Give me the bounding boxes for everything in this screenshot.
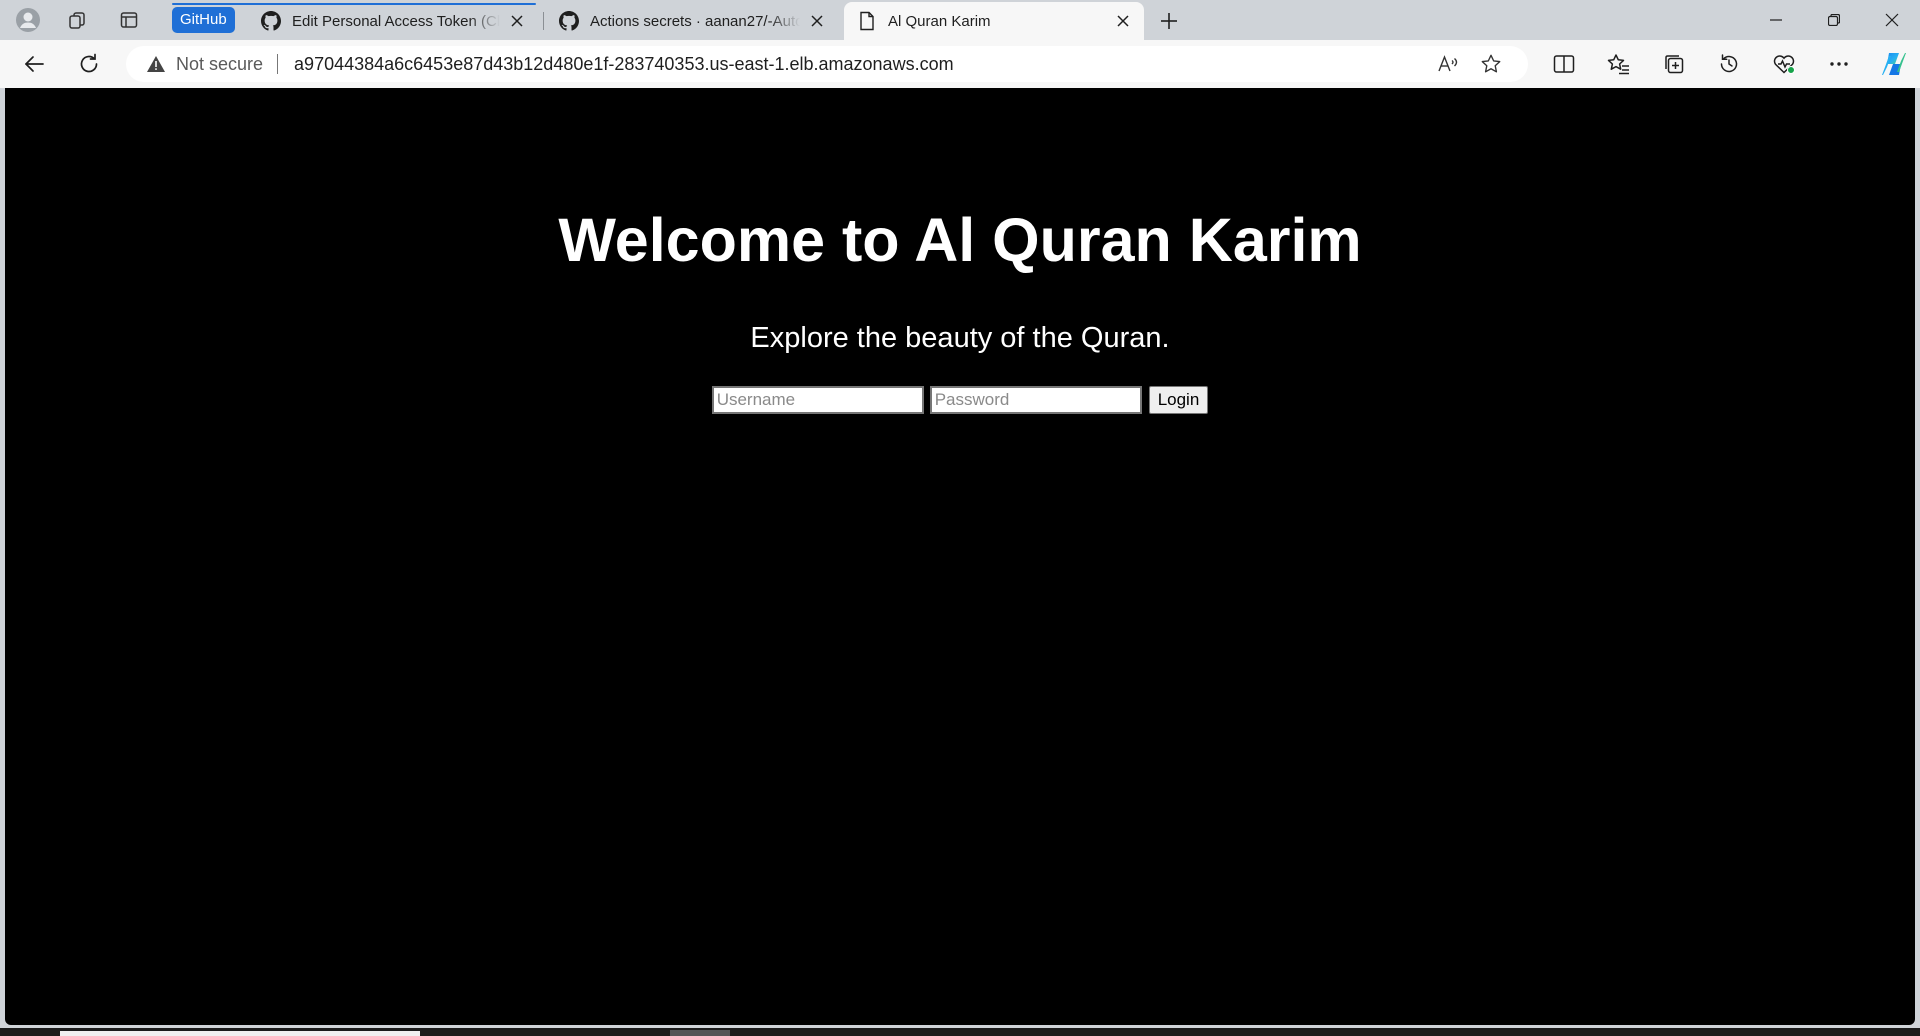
login-form: Login [5, 386, 1915, 414]
address-bar[interactable]: Not secure a97044384a6c6453e87d43b12d480… [126, 46, 1528, 82]
refresh-button[interactable] [73, 48, 105, 80]
tab-strip: GitHub Edit Personal Access Token (Class… [0, 0, 1920, 40]
username-input[interactable] [711, 386, 924, 414]
password-input[interactable] [929, 386, 1142, 414]
favorites-icon[interactable] [1603, 48, 1635, 80]
read-aloud-icon[interactable] [1432, 48, 1464, 80]
login-button[interactable]: Login [1148, 386, 1209, 414]
close-tab-icon[interactable] [806, 10, 828, 32]
taskbar-segment [60, 1031, 420, 1036]
back-button[interactable] [18, 48, 50, 80]
new-tab-button[interactable] [1154, 6, 1184, 36]
profile-avatar-icon[interactable] [14, 6, 42, 34]
tab-group-chip[interactable]: GitHub [172, 7, 235, 33]
page-subtitle: Explore the beauty of the Quran. [750, 322, 1170, 354]
tab-separator [543, 12, 544, 30]
split-screen-icon[interactable] [1548, 48, 1580, 80]
tab-title: Edit Personal Access Token (Classic) [292, 12, 500, 30]
browser-toolbar: Not secure a97044384a6c6453e87d43b12d480… [0, 40, 1920, 88]
vertical-tabs-icon[interactable] [115, 6, 143, 34]
restore-window-button[interactable] [1806, 0, 1862, 40]
close-window-button[interactable] [1864, 0, 1920, 40]
favorite-star-icon[interactable] [1475, 48, 1507, 80]
collections-icon[interactable] [1658, 48, 1690, 80]
page-content: Welcome to Al Quran Karim Explore the be… [5, 88, 1915, 1025]
workspaces-icon[interactable] [63, 6, 91, 34]
browser-essentials-icon[interactable] [1768, 48, 1800, 80]
tab-actions-secrets[interactable]: Actions secrets · aanan27/-Automation [546, 2, 838, 40]
page-icon [856, 10, 878, 32]
close-tab-icon[interactable] [506, 10, 528, 32]
tab-title: Al Quran Karim [888, 12, 991, 30]
tab-title: Actions secrets · aanan27/-Automation [590, 12, 800, 30]
taskbar-edge [0, 1028, 1920, 1036]
security-label[interactable]: Not secure [176, 54, 263, 75]
more-menu-icon[interactable] [1823, 48, 1855, 80]
github-icon [260, 10, 282, 32]
taskbar-segment [670, 1030, 730, 1036]
copilot-icon[interactable] [1878, 48, 1910, 80]
close-tab-icon[interactable] [1112, 10, 1134, 32]
url-text[interactable]: a97044384a6c6453e87d43b12d480e1f-2837403… [294, 54, 954, 75]
github-icon [558, 10, 580, 32]
warning-icon[interactable] [146, 54, 166, 74]
tab-edit-token[interactable]: Edit Personal Access Token (Classic) [248, 2, 538, 40]
page-title: Welcome to Al Quran Karim [558, 206, 1362, 274]
tab-al-quran-karim[interactable]: Al Quran Karim [844, 2, 1144, 40]
history-icon[interactable] [1713, 48, 1745, 80]
minimize-window-button[interactable] [1748, 0, 1804, 40]
address-separator [277, 54, 279, 74]
